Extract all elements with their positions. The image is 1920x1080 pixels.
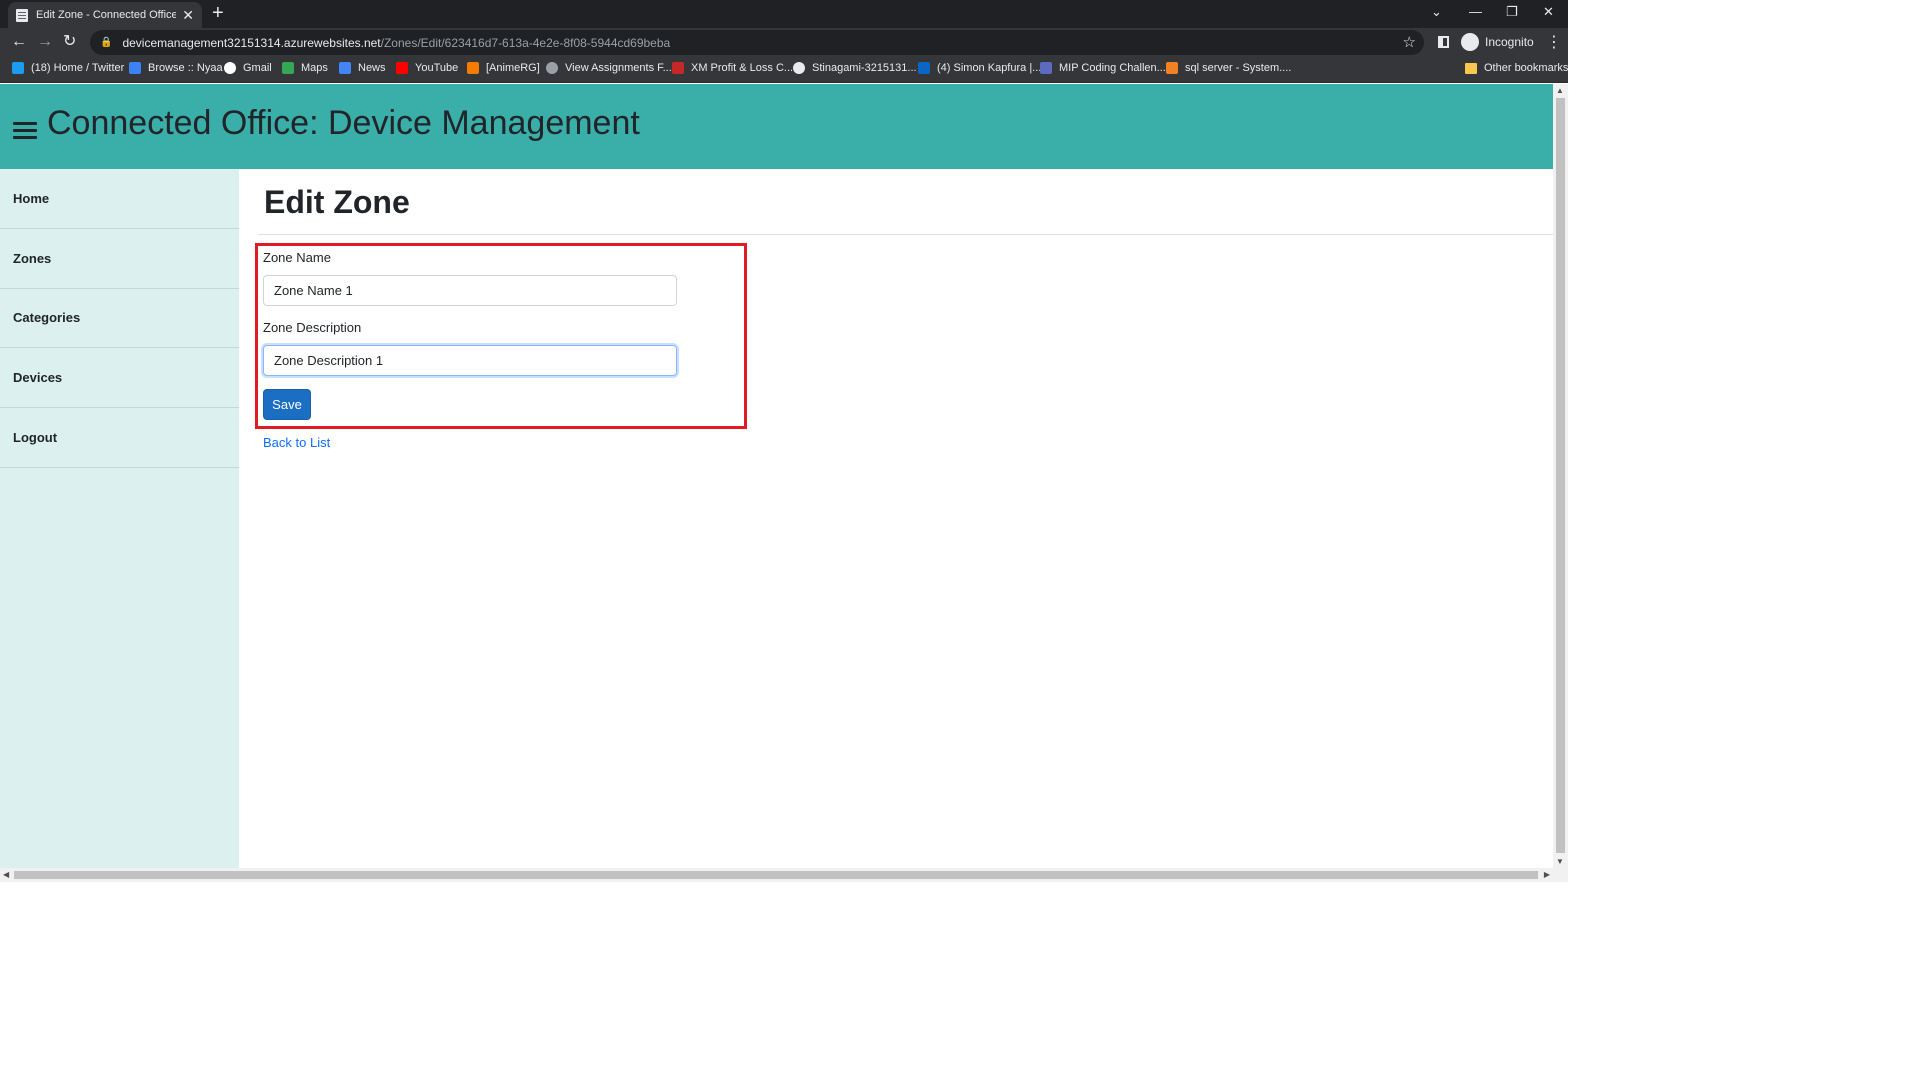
scroll-up-icon[interactable]: ▲ bbox=[1556, 86, 1564, 95]
bookmark-sql-server[interactable]: sql server - System.... bbox=[1166, 62, 1291, 74]
scroll-down-icon[interactable]: ▼ bbox=[1556, 857, 1564, 866]
url-path: /Zones/Edit/623416d7-613a-4e2e-8f08-5944… bbox=[380, 35, 671, 50]
scroll-right-icon[interactable]: ▶ bbox=[1544, 870, 1550, 879]
bookmark-maps[interactable]: Maps bbox=[282, 62, 328, 74]
new-tab-button[interactable]: + bbox=[212, 3, 224, 23]
lock-icon: 🔒 bbox=[100, 37, 113, 48]
title-divider bbox=[258, 234, 1553, 235]
zone-name-label: Zone Name bbox=[263, 250, 331, 265]
vertical-scrollbar[interactable]: ▲ ▼ bbox=[1553, 84, 1568, 868]
tab-title: Edit Zone - Connected Office: De bbox=[36, 9, 177, 21]
horizontal-scrollbar[interactable]: ◀ ▶ bbox=[0, 868, 1568, 882]
reload-icon[interactable]: ↻ bbox=[63, 33, 76, 51]
browser-menu-icon[interactable]: ⋮ bbox=[1546, 32, 1562, 52]
bookmarks-bar: (18) Home / Twitter Browse :: Nyaa Gmail… bbox=[0, 57, 1568, 83]
twitter-icon bbox=[12, 62, 24, 74]
sidebar-item-home[interactable]: Home bbox=[0, 169, 239, 229]
forward-arrow-icon[interactable]: → bbox=[37, 33, 53, 51]
app-title: Connected Office: Device Management bbox=[47, 104, 640, 142]
browser-tab-active[interactable]: Edit Zone - Connected Office: De ✕ bbox=[8, 2, 202, 28]
bookmark-linkedin[interactable]: (4) Simon Kapfura |... bbox=[918, 62, 1041, 74]
restore-icon[interactable]: ❐ bbox=[1506, 4, 1518, 20]
incognito-profile[interactable]: Incognito bbox=[1461, 33, 1534, 51]
youtube-icon bbox=[396, 62, 408, 74]
globe-icon bbox=[546, 62, 558, 74]
page-icon bbox=[16, 8, 28, 22]
maps-icon bbox=[282, 62, 294, 74]
bookmark-star-icon[interactable]: ☆ bbox=[1403, 33, 1416, 51]
form-highlight-box bbox=[255, 243, 747, 429]
sidebar-item-categories[interactable]: Categories bbox=[0, 288, 239, 348]
horizontal-scroll-thumb[interactable] bbox=[14, 871, 1538, 879]
xm-icon bbox=[672, 62, 684, 74]
bookmark-github[interactable]: Stinagami-3215131... bbox=[793, 62, 917, 74]
browser-toolbar: ← → ↻ 🔒 devicemanagement32151314.azurewe… bbox=[0, 28, 1568, 57]
bookmark-news[interactable]: News bbox=[339, 62, 386, 74]
bookmark-animerg[interactable]: [AnimeRG] bbox=[467, 62, 540, 74]
back-to-list-link[interactable]: Back to List bbox=[263, 435, 330, 450]
zone-name-input[interactable] bbox=[263, 275, 677, 306]
browser-titlebar: Edit Zone - Connected Office: De ✕ + ⌄ —… bbox=[0, 0, 1568, 28]
side-panel-icon[interactable] bbox=[1438, 36, 1449, 48]
bookmark-assignments[interactable]: View Assignments F... bbox=[546, 62, 672, 74]
scroll-left-icon[interactable]: ◀ bbox=[3, 870, 9, 879]
google-icon bbox=[224, 62, 236, 74]
other-bookmarks[interactable]: Other bookmarks bbox=[1465, 62, 1568, 74]
save-button[interactable]: Save bbox=[263, 389, 311, 420]
bookmark-gmail[interactable]: Gmail bbox=[224, 62, 272, 74]
zone-description-label: Zone Description bbox=[263, 320, 362, 335]
mip-icon bbox=[1040, 62, 1052, 74]
close-window-icon[interactable]: ✕ bbox=[1543, 4, 1554, 20]
news-icon bbox=[339, 62, 351, 74]
folder-icon bbox=[1465, 62, 1477, 74]
back-arrow-icon[interactable]: ← bbox=[11, 33, 27, 51]
hamburger-menu-icon[interactable] bbox=[13, 122, 37, 139]
sidebar-item-zones[interactable]: Zones bbox=[0, 229, 239, 289]
address-bar[interactable]: 🔒 devicemanagement32151314.azurewebsites… bbox=[90, 30, 1424, 55]
tab-search-icon[interactable]: ⌄ bbox=[1431, 4, 1442, 20]
bookmark-youtube[interactable]: YouTube bbox=[396, 62, 458, 74]
minimize-icon[interactable]: — bbox=[1469, 4, 1482, 19]
linkedin-icon bbox=[918, 62, 930, 74]
nyaa-icon bbox=[129, 62, 141, 74]
zone-description-input[interactable] bbox=[263, 345, 677, 376]
incognito-label: Incognito bbox=[1485, 35, 1534, 49]
bookmark-nyaa[interactable]: Browse :: Nyaa bbox=[129, 62, 223, 74]
sidebar-item-logout[interactable]: Logout bbox=[0, 408, 239, 468]
incognito-icon bbox=[1461, 33, 1479, 51]
bookmark-xm[interactable]: XM Profit & Loss C... bbox=[672, 62, 793, 74]
bookmark-mip[interactable]: MIP Coding Challen... bbox=[1040, 62, 1166, 74]
sidebar: Home Zones Categories Devices Logout bbox=[0, 169, 239, 868]
vertical-scroll-thumb[interactable] bbox=[1556, 98, 1565, 853]
close-tab-icon[interactable]: ✕ bbox=[182, 7, 194, 24]
blogger-icon bbox=[467, 62, 479, 74]
page-title: Edit Zone bbox=[264, 184, 410, 220]
github-icon bbox=[793, 62, 805, 74]
sidebar-item-devices[interactable]: Devices bbox=[0, 348, 239, 408]
stackoverflow-icon bbox=[1166, 62, 1178, 74]
url-host: devicemanagement32151314.azurewebsites.n… bbox=[122, 35, 381, 50]
bookmark-twitter[interactable]: (18) Home / Twitter bbox=[12, 62, 124, 74]
